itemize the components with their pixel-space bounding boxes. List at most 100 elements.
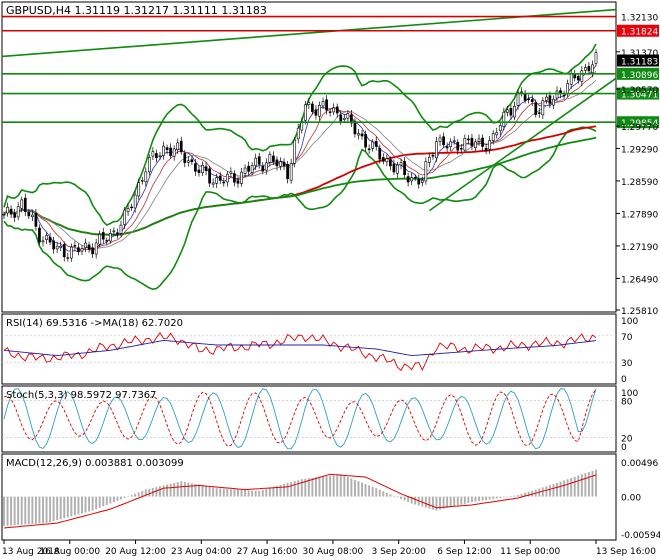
macd-bar [183, 481, 186, 497]
macd-bar [59, 496, 62, 520]
rsi-y-tick-label: 0 [621, 375, 627, 385]
macd-bar [591, 470, 594, 497]
macd-bar [570, 477, 573, 497]
macd-bar [559, 481, 562, 497]
macd-bar [38, 496, 41, 524]
macd-bar [244, 490, 247, 497]
macd-bar [566, 479, 569, 497]
macd-bar [162, 485, 165, 497]
macd-bar [400, 496, 402, 499]
macd-bar [34, 496, 37, 524]
macd-bar [343, 475, 346, 497]
macd-bar [541, 487, 544, 497]
macd-bar [229, 489, 232, 497]
rsi-title: RSI(14) 69.5316 ->MA(18) 62.7020 [6, 318, 183, 329]
macd-bar [318, 476, 321, 497]
macd-title: MACD(12,26,9) 0.003881 0.003099 [6, 458, 184, 469]
macd-bar [105, 496, 108, 505]
macd-bar [339, 474, 342, 497]
macd-bar [513, 495, 516, 497]
macd-bar [130, 495, 133, 497]
macd-bar [84, 496, 87, 513]
y-tick-label: 1.25810 [621, 307, 658, 317]
macd-bar [587, 471, 590, 497]
macd-bar [98, 496, 101, 508]
macd-bar [95, 496, 98, 510]
macd-bar [453, 496, 456, 507]
macd-bar [375, 488, 378, 497]
macd-bar [527, 491, 530, 497]
macd-bar [42, 496, 44, 524]
macd-bar [180, 481, 183, 497]
x-tick-label: 27 Aug 16:00 [237, 547, 298, 557]
macd-bar [120, 496, 122, 500]
macd-bar [414, 496, 417, 505]
x-tick-label: 23 Aug 04:00 [171, 547, 232, 557]
stoch-title: Stoch(5,3,3) 98.5972 97.7367 [6, 390, 157, 401]
candle [293, 136, 297, 168]
macd-bar [297, 480, 300, 497]
rsi-y-tick-label: 70 [621, 333, 633, 343]
macd-bar [396, 496, 399, 498]
x-tick-label: 3 Sep 20:00 [371, 547, 426, 557]
macd-pane: MACD(12,26,9) 0.003881 0.003099 0.00496 0… [1, 453, 660, 541]
macd-y-tick-label: 0.00496 [621, 459, 658, 469]
macd-bar [548, 485, 551, 497]
macd-bar [73, 496, 76, 516]
macd-bar [166, 484, 169, 497]
macd-bar [485, 496, 488, 501]
stoch-pane: Stoch(5,3,3) 98.5972 97.7367 10080200 [1, 385, 638, 453]
macd-bar [346, 477, 349, 497]
macd-bar [24, 496, 27, 525]
macd-bar [517, 495, 519, 497]
macd-bar [261, 490, 264, 497]
macd-bar [31, 496, 34, 525]
main-y-axis: 1.31370 1.30570 1.29770 1.29290 1.28590 1.278… [616, 49, 658, 317]
main-pane: 1.321301.318241.311831.308961.304711.298… [1, 1, 659, 317]
x-tick-label: 20 Aug 12:00 [105, 547, 166, 557]
macd-bar [123, 496, 126, 498]
macd-bar [173, 482, 176, 497]
macd-bar [499, 496, 502, 498]
macd-bar [116, 496, 119, 501]
macd-bar [311, 477, 314, 497]
macd-bar [169, 483, 172, 497]
price-level-label: 1.31183 [621, 58, 658, 68]
macd-bar [205, 486, 208, 497]
macd-bar [428, 496, 431, 509]
macd-bar [52, 496, 55, 522]
macd-bar [573, 476, 576, 497]
macd-bar [357, 481, 360, 497]
macd-bar [552, 484, 555, 497]
macd-y-tick-label: 0.00 [621, 494, 641, 504]
macd-bar [20, 496, 23, 525]
y-tick-label: 1.31370 [621, 49, 658, 59]
macd-bar [467, 496, 470, 503]
macd-bar [109, 496, 112, 504]
macd-bar [212, 487, 215, 497]
macd-bar [403, 496, 406, 501]
macd-bar [127, 496, 130, 498]
macd-bar [290, 482, 293, 497]
macd-bar [382, 491, 385, 497]
y-tick-label: 1.29290 [621, 145, 658, 155]
macd-bar [371, 486, 374, 497]
macd-bar [45, 496, 48, 524]
macd-bar [49, 496, 52, 523]
macd-y-tick-label: -0.00594 [621, 531, 660, 541]
y-tick-label: 1.28590 [621, 178, 658, 188]
macd-bar [233, 489, 236, 497]
macd-bar [3, 496, 5, 526]
macd-bar [368, 485, 371, 497]
stoch-y-tick-label: 0 [621, 443, 627, 453]
chart-root: 1.321301.318241.311831.308961.304711.298… [0, 0, 660, 560]
macd-bar [226, 488, 229, 497]
macd-bar [378, 489, 381, 497]
macd-bar [251, 490, 254, 497]
macd-bar [134, 493, 137, 497]
macd-bar [300, 479, 303, 497]
macd-bar [332, 475, 335, 497]
macd-bar [481, 496, 484, 501]
price-level-label: 1.30896 [621, 71, 658, 81]
macd-bar [56, 496, 59, 521]
